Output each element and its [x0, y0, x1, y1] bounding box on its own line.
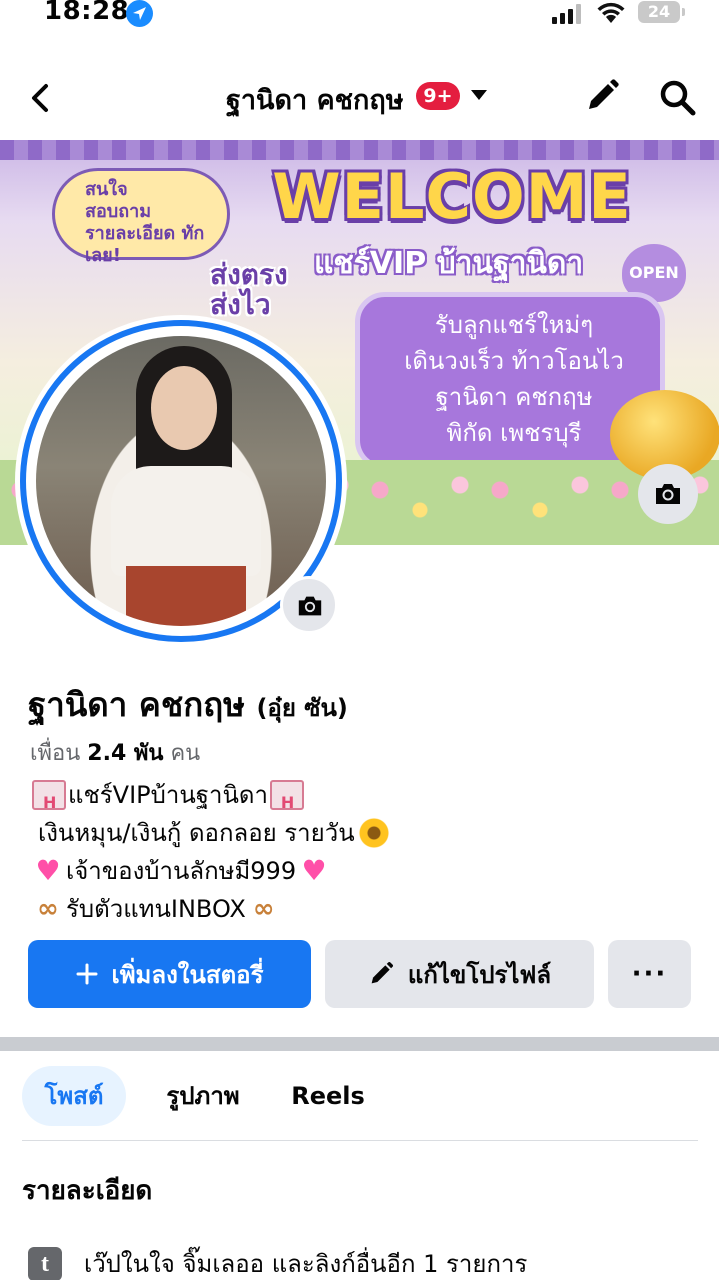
- avatar-camera-button[interactable]: [280, 576, 338, 634]
- bio-line: ♥ เจ้าของบ้านลักษมี999 ♥: [30, 852, 393, 890]
- details-heading: รายละเอียด: [22, 1176, 153, 1206]
- friends-prefix: เพื่อน: [30, 741, 81, 766]
- status-time: 18:28: [44, 0, 130, 26]
- camera-icon: [298, 596, 322, 616]
- cover-speech-bubble: สนใจ สอบถาม รายละเอียด ทักเลย!: [52, 168, 230, 266]
- hospital-emoji-icon: [269, 780, 304, 822]
- cover-bubble-text: สนใจ สอบถาม รายละเอียด ทักเลย!: [85, 179, 205, 266]
- header-title[interactable]: ฐานิดา คชกฤษ: [226, 78, 404, 121]
- search-icon[interactable]: [658, 78, 696, 116]
- pretzel-emoji-icon: ∞: [37, 894, 59, 924]
- bio-text: แชร์VIPบ้านฐานิดา: [68, 781, 268, 809]
- profile-name: ฐานิดา คชกฤษ (อุ๋ย ซัน): [28, 678, 348, 731]
- pencil-icon: [371, 961, 393, 984]
- profile-name-text: ฐานิดา คชกฤษ: [28, 685, 245, 724]
- bio-text: รับตัวแทนINBOX: [66, 895, 246, 923]
- bio-line: เงินหมุน/เงินกู้ ดอกลอย รายวัน: [30, 814, 393, 852]
- cellular-signal-icon: [552, 4, 581, 24]
- status-bar: 18:28 24: [0, 0, 719, 36]
- edit-profile-label: แก้ไขโปรไฟล์: [407, 960, 552, 989]
- sunflower-emoji-icon: [356, 818, 391, 848]
- friends-count-line[interactable]: เพื่อน 2.4 พัน คน: [30, 735, 200, 770]
- details-website-row[interactable]: t เว๊ปในใจ จิ๊มเลออ และลิงก์อื่นอีก 1 รา…: [28, 1244, 527, 1280]
- back-chevron-icon[interactable]: [22, 78, 62, 118]
- friends-suffix: คน: [170, 741, 201, 766]
- cover-subtitle: แชร์VIP บ้านฐานิดา: [314, 246, 584, 281]
- friends-count: 2.4 พัน: [87, 741, 164, 766]
- profile-bio: แชร์VIPบ้านฐานิดา เงินหมุน/เงินกู้ ดอกลอ…: [30, 776, 393, 928]
- bio-text: เจ้าของบ้านลักษมี999: [66, 857, 297, 885]
- cover-border: [0, 140, 719, 160]
- add-to-story-button[interactable]: เพิ่มลงในสตอรี่: [28, 940, 311, 1008]
- more-options-button[interactable]: ···: [608, 940, 691, 1008]
- wifi-icon: [597, 2, 625, 23]
- tab-reels[interactable]: Reels: [278, 1066, 378, 1126]
- notification-badge[interactable]: 9+: [416, 82, 460, 110]
- pretzel-emoji-icon: ∞: [252, 894, 275, 924]
- location-arrow-icon: [126, 0, 153, 27]
- pencil-icon[interactable]: [584, 78, 620, 114]
- pink-heart-emoji-icon: ♥: [35, 854, 61, 887]
- details-website-text[interactable]: เว๊ปในใจ จิ๊มเลออ และลิงก์อื่นอีก 1 รายก…: [84, 1244, 527, 1280]
- tab-photos[interactable]: รูปภาพ: [148, 1066, 258, 1126]
- pink-heart-emoji-icon: ♥: [301, 854, 327, 887]
- plus-icon: [76, 963, 98, 985]
- bio-line: แชร์VIPบ้านฐานิดา: [30, 776, 393, 822]
- more-options-icon: ···: [631, 959, 668, 989]
- cover-welcome-text: WELCOME: [272, 160, 632, 233]
- bio-line: ∞ รับตัวแทนINBOX ∞: [30, 890, 393, 928]
- battery-cap: [682, 8, 685, 16]
- hospital-emoji-icon: [32, 780, 66, 822]
- tumblr-icon: t: [28, 1246, 62, 1280]
- avatar: [36, 336, 326, 626]
- battery-icon: 24: [638, 1, 680, 23]
- bio-text: เงินหมุน/เงินกู้ ดอกลอย รายวัน: [38, 819, 355, 847]
- edit-profile-button[interactable]: แก้ไขโปรไฟล์: [325, 940, 594, 1008]
- battery-level: 24: [647, 2, 671, 21]
- cover-side-text: ส่งตรง ส่งไว: [210, 258, 288, 321]
- section-divider: [0, 1037, 719, 1051]
- caret-down-icon[interactable]: [470, 88, 488, 102]
- profile-alternate-name: (อุ๋ย ซัน): [256, 694, 348, 722]
- cover-camera-button[interactable]: [638, 464, 698, 524]
- profile-header: ฐานิดา คชกฤษ 9+: [0, 60, 719, 130]
- tabs-divider: [22, 1140, 698, 1141]
- camera-icon: [656, 484, 680, 504]
- add-to-story-label: เพิ่มลงในสตอรี่: [111, 960, 264, 989]
- tab-posts[interactable]: โพสต์: [22, 1066, 126, 1126]
